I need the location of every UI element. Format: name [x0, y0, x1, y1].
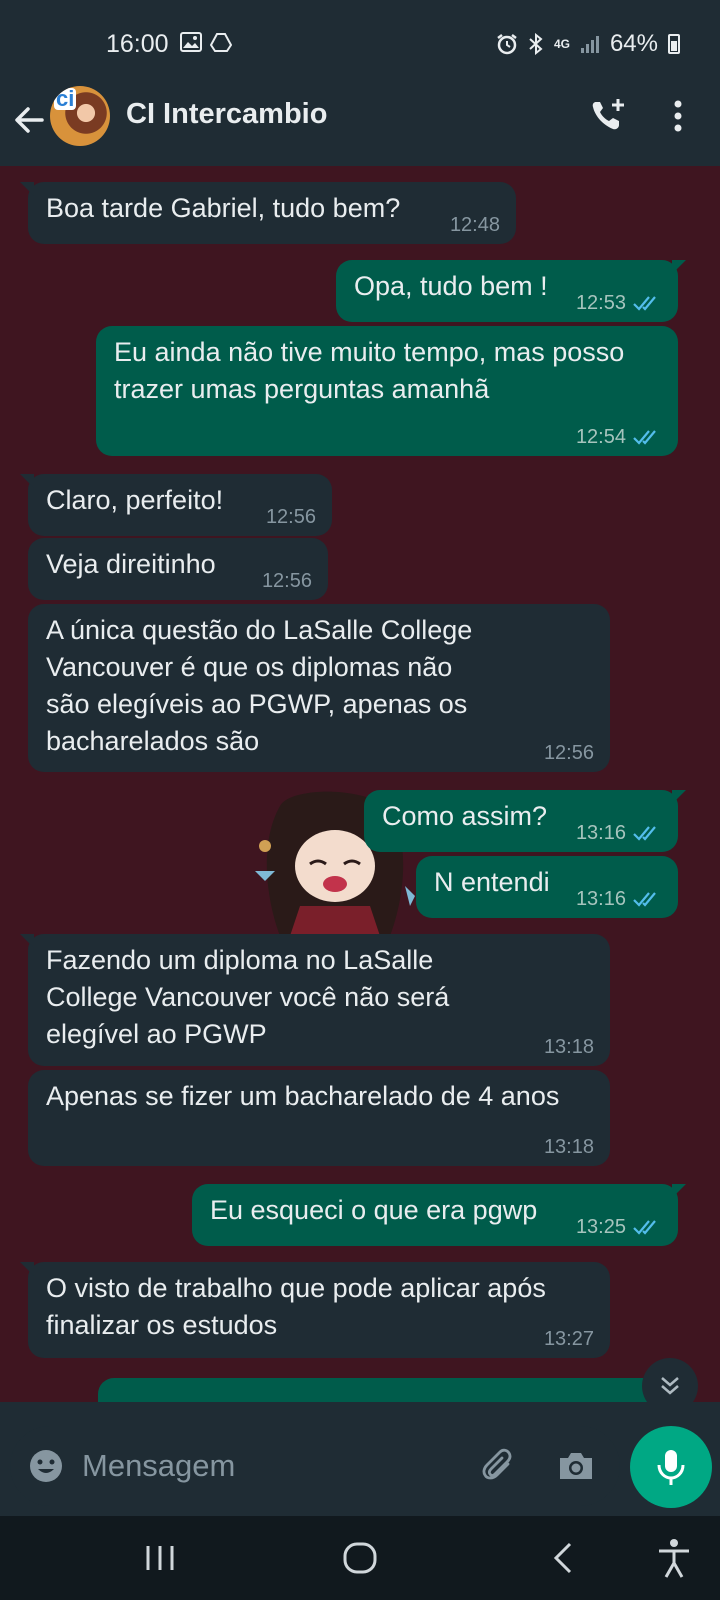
message-outgoing-partial[interactable]	[98, 1378, 678, 1402]
recent-apps-button[interactable]	[142, 1540, 178, 1576]
contact-name[interactable]: CI Intercambio	[126, 98, 327, 131]
message-time: 13:16	[575, 822, 626, 844]
phone-plus-icon	[592, 99, 624, 130]
message-time: 12:53	[575, 292, 626, 314]
signal-icon	[580, 34, 600, 54]
attach-button[interactable]	[480, 1446, 520, 1486]
alarm-icon	[496, 33, 518, 55]
chat-header: ci CI Intercambio	[0, 86, 720, 166]
avatar[interactable]: ci	[50, 86, 110, 146]
double-check-icon	[633, 296, 656, 311]
message-incoming[interactable]: Veja direitinho 12:56	[28, 538, 328, 600]
home-icon	[343, 1542, 377, 1574]
message-incoming[interactable]: Fazendo um diploma no LaSalle College Va…	[20, 934, 610, 1066]
message-outgoing[interactable]: Eu esqueci o que era pgwp 13:25	[192, 1184, 686, 1246]
message-incoming[interactable]: Boa tarde Gabriel, tudo bem? 12:48	[20, 182, 516, 244]
message-input[interactable]	[82, 1440, 462, 1492]
double-check-icon	[633, 892, 656, 907]
more-vertical-icon	[674, 100, 682, 132]
camera-icon	[560, 1453, 592, 1479]
message-time: 12:54	[575, 426, 626, 448]
microphone-icon	[657, 1450, 685, 1485]
recent-apps-icon	[146, 1546, 174, 1570]
message-outgoing[interactable]: Como assim? 13:16	[364, 790, 686, 852]
drive-icon	[210, 32, 232, 52]
message-incoming[interactable]: A única questão do LaSalle College Vanco…	[28, 604, 610, 772]
double-check-icon	[633, 430, 656, 445]
message-time: 12:56	[543, 742, 594, 764]
message-outgoing[interactable]: Opa, tudo bem ! 12:53	[336, 260, 686, 322]
home-button[interactable]	[340, 1538, 380, 1578]
message-time: 13:25	[575, 1216, 626, 1238]
system-navigation-bar	[0, 1516, 720, 1600]
add-call-button[interactable]	[588, 96, 628, 136]
message-time: 12:56	[261, 570, 312, 592]
double-check-icon	[633, 826, 656, 841]
message-incoming[interactable]: O visto de trabalho que pode aplicar apó…	[20, 1262, 610, 1358]
chat-area[interactable]: Boa tarde Gabriel, tudo bem? 12:48 Opa, …	[0, 166, 720, 1402]
message-time: 13:18	[543, 1036, 594, 1058]
accessibility-icon	[659, 1539, 689, 1578]
message-time: 13:16	[575, 888, 626, 910]
message-incoming[interactable]: Claro, perfeito! 12:56	[20, 474, 332, 536]
avatar-logo: ci	[54, 86, 77, 111]
message-composer	[10, 1426, 620, 1506]
system-back-button[interactable]	[548, 1538, 578, 1578]
camera-button[interactable]	[556, 1446, 596, 1486]
status-time: 16:00	[106, 30, 169, 58]
message-time: 12:48	[449, 214, 500, 236]
double-check-icon	[633, 1220, 656, 1235]
battery-icon	[668, 34, 680, 54]
status-bar: 16:00 4G 64%	[0, 0, 720, 86]
message-outgoing[interactable]: N entendi 13:16	[416, 856, 678, 918]
message-time: 13:18	[543, 1136, 594, 1158]
bluetooth-icon	[528, 33, 544, 55]
double-chevron-down-icon	[661, 1377, 679, 1395]
back-button[interactable]	[12, 100, 52, 140]
scroll-to-bottom-button[interactable]	[642, 1358, 698, 1402]
message-time: 13:27	[543, 1328, 594, 1350]
gallery-icon	[180, 32, 202, 52]
battery-level: 64%	[609, 30, 658, 57]
arrow-left-icon	[15, 107, 44, 133]
network-type: 4G	[553, 37, 570, 51]
emoji-button[interactable]	[26, 1446, 66, 1486]
paperclip-icon	[482, 1448, 512, 1480]
emoji-icon	[30, 1450, 62, 1482]
message-outgoing[interactable]: Eu ainda não tive muito tempo, mas posso…	[96, 326, 678, 456]
message-time: 12:56	[265, 506, 316, 528]
message-incoming[interactable]: Apenas se fizer um bacharelado de 4 anos…	[28, 1070, 610, 1166]
voice-message-button[interactable]	[630, 1426, 712, 1508]
more-options-button[interactable]	[666, 96, 690, 136]
accessibility-button[interactable]	[654, 1536, 694, 1580]
chevron-left-icon	[553, 1542, 572, 1574]
